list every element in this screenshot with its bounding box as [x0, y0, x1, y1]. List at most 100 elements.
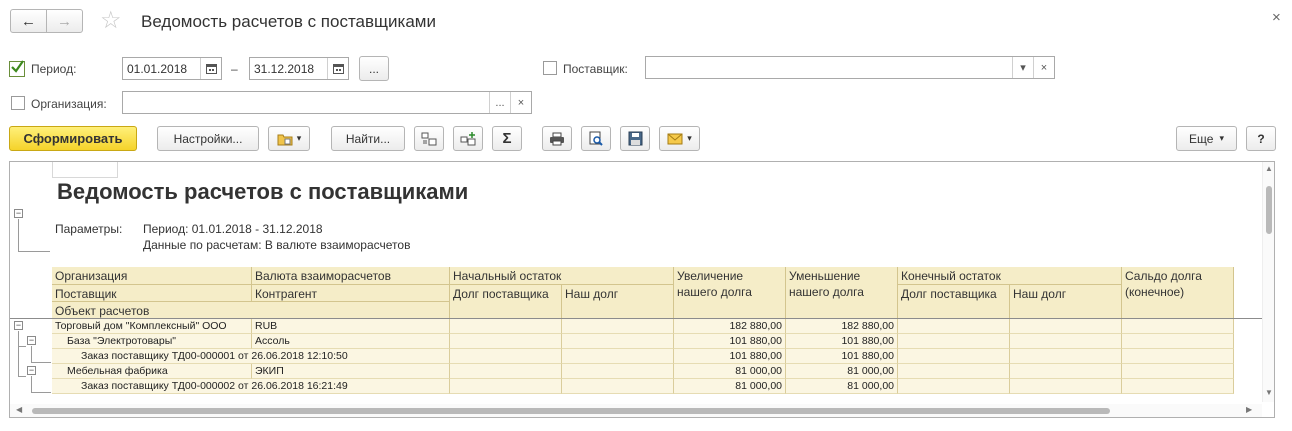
group-collapse-button[interactable]: [414, 126, 444, 151]
period-dash: –: [231, 62, 238, 76]
scroll-up-icon[interactable]: ▲: [1265, 164, 1273, 173]
organization-checkbox[interactable]: [11, 96, 25, 110]
variant-dropdown-button[interactable]: ▾: [268, 126, 310, 151]
row-empty-cell: [898, 349, 1010, 364]
more-button[interactable]: Еще ▾: [1176, 126, 1237, 151]
supplier-label: Поставщик:: [563, 62, 628, 76]
row-increase-cell: 101 880,00: [674, 334, 786, 349]
organization-label: Организация:: [31, 97, 107, 111]
help-button[interactable]: ?: [1246, 126, 1276, 151]
row-empty-cell: [1010, 319, 1122, 334]
sum-button[interactable]: Σ: [492, 126, 522, 151]
row-increase-cell: 101 880,00: [674, 349, 786, 364]
row-empty-cell: [562, 349, 674, 364]
col-header-end-supplier-debt: Долг поставщика: [898, 285, 1010, 319]
row-increase-cell: 182 880,00: [674, 319, 786, 334]
clear-icon[interactable]: ×: [1033, 57, 1054, 78]
row-empty-cell: [450, 319, 562, 334]
row-empty-cell: [562, 319, 674, 334]
envelope-icon: [667, 133, 683, 144]
row-decrease-cell: 81 000,00: [786, 379, 898, 394]
scroll-right-icon[interactable]: ▶: [1246, 405, 1252, 414]
row-increase-cell: 81 000,00: [674, 364, 786, 379]
row-empty-cell: [898, 364, 1010, 379]
tree-line: [18, 346, 26, 347]
clear-icon[interactable]: ×: [510, 92, 531, 113]
col-header-decrease: Уменьшение нашего долга: [786, 267, 898, 319]
back-button[interactable]: ←: [10, 9, 47, 33]
row-currency-cell: Ассоль: [252, 334, 450, 349]
sum-icon: Σ: [502, 130, 512, 147]
collapse-group-toggle[interactable]: −: [14, 209, 23, 218]
row-empty-cell: [1010, 364, 1122, 379]
row-empty-cell: [898, 334, 1010, 349]
calendar-icon[interactable]: [327, 58, 348, 79]
period-label: Период:: [31, 62, 77, 76]
report-spreadsheet[interactable]: − Ведомость расчетов с поставщиками Пара…: [9, 161, 1275, 418]
row-empty-cell: [1122, 379, 1234, 394]
period-checkbox[interactable]: [9, 60, 25, 77]
group-collapse-icon: [421, 132, 437, 145]
preview-button[interactable]: [581, 126, 611, 151]
row-empty-cell: [562, 334, 674, 349]
select-more-icon[interactable]: ...: [489, 92, 510, 113]
supplier-field[interactable]: ▾ ×: [645, 56, 1055, 79]
forward-button[interactable]: →: [46, 9, 83, 33]
save-button[interactable]: [620, 126, 650, 151]
date-to-field[interactable]: 31.12.2018: [249, 57, 349, 80]
collapse-row-toggle[interactable]: −: [27, 336, 36, 345]
collapse-row-toggle[interactable]: −: [14, 321, 23, 330]
collapse-row-toggle[interactable]: −: [27, 366, 36, 375]
vertical-scroll-thumb[interactable]: [1266, 186, 1272, 234]
row-empty-cell: [450, 364, 562, 379]
chevron-down-icon[interactable]: ▾: [1012, 57, 1033, 78]
horizontal-scroll-thumb[interactable]: [32, 408, 1110, 414]
row-name-cell: Заказ поставщику ТД00-000002 от 26.06.20…: [52, 379, 450, 394]
window-title: Ведомость расчетов с поставщиками: [141, 12, 436, 31]
row-empty-cell: [1122, 364, 1234, 379]
row-name-cell: Заказ поставщику ТД00-000001 от 26.06.20…: [52, 349, 450, 364]
close-icon[interactable]: ×: [1272, 9, 1281, 26]
scroll-left-icon[interactable]: ◀: [16, 405, 22, 414]
generate-button[interactable]: Сформировать: [9, 126, 137, 151]
row-decrease-cell: 182 880,00: [786, 319, 898, 334]
period-select-button[interactable]: ...: [359, 56, 389, 81]
scroll-down-icon[interactable]: ▼: [1265, 388, 1273, 397]
col-header-start-balance: Начальный остаток: [450, 267, 674, 285]
group-expand-button[interactable]: [453, 126, 483, 151]
report-title: Ведомость расчетов с поставщиками: [57, 179, 469, 204]
tree-line: [31, 376, 32, 392]
send-email-button[interactable]: ▾: [659, 126, 700, 151]
folder-report-icon: [277, 134, 293, 145]
back-arrow-icon: ←: [21, 12, 36, 30]
param-period: Период: 01.01.2018 - 31.12.2018: [143, 222, 323, 236]
row-currency-cell: RUB: [252, 319, 450, 334]
row-increase-cell: 81 000,00: [674, 379, 786, 394]
supplier-checkbox[interactable]: [543, 61, 557, 75]
col-header-organization: Организация: [52, 267, 252, 285]
organization-field[interactable]: ... ×: [122, 91, 532, 114]
row-empty-cell: [1122, 319, 1234, 334]
row-empty-cell: [450, 334, 562, 349]
row-name-cell: Мебельная фабрика: [52, 364, 252, 379]
calendar-icon[interactable]: [200, 58, 221, 79]
col-header-end-balance: Конечный остаток: [898, 267, 1122, 285]
print-button[interactable]: [542, 126, 572, 151]
row-empty-cell: [898, 319, 1010, 334]
date-from-field[interactable]: 01.01.2018: [122, 57, 222, 80]
row-empty-cell: [1010, 349, 1122, 364]
cell-cursor: [52, 162, 118, 178]
row-empty-cell: [562, 379, 674, 394]
row-decrease-cell: 101 880,00: [786, 334, 898, 349]
group-expand-icon: [460, 131, 476, 145]
settings-button[interactable]: Настройки...: [157, 126, 259, 151]
vertical-scrollbar[interactable]: ▲ ▼: [1262, 162, 1274, 402]
row-decrease-cell: 81 000,00: [786, 364, 898, 379]
favorite-star-icon[interactable]: ☆: [100, 6, 122, 35]
find-button[interactable]: Найти...: [331, 126, 405, 151]
chevron-down-icon: ▾: [687, 133, 692, 143]
tree-line: [31, 362, 51, 363]
horizontal-scrollbar[interactable]: ◀ ▶: [10, 404, 1262, 417]
col-header-saldo: Сальдо долга (конечное): [1122, 267, 1234, 319]
help-icon: ?: [1257, 131, 1265, 146]
